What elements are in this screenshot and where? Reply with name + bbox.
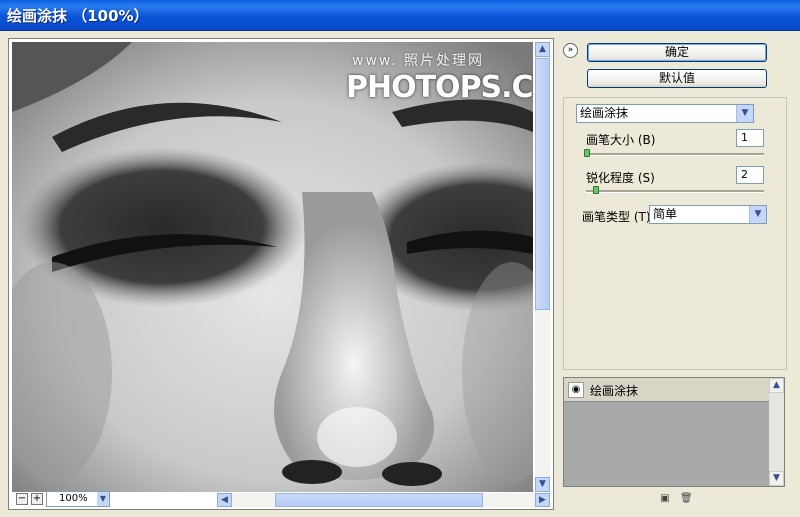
brush-size-slider-handle[interactable] [584, 149, 590, 157]
filter-select-value: 绘画涂抹 [580, 106, 629, 120]
scroll-down-icon[interactable]: ▼ [769, 471, 784, 486]
default-button[interactable]: 默认值 [587, 69, 767, 88]
collapse-icon[interactable]: » [563, 43, 578, 58]
eye-icon[interactable]: ◉ [568, 382, 584, 398]
watermark-line2: PHOTOPS.COM [346, 70, 533, 105]
ok-button[interactable]: 确定 [587, 43, 767, 62]
zoom-select[interactable]: 100% ▼ [46, 491, 110, 507]
chevron-down-icon[interactable]: ▼ [749, 206, 766, 223]
effect-layers-panel: ◉ 绘画涂抹 ▲ ▼ [563, 377, 785, 487]
brush-size-label: 画笔大小 (B) [586, 133, 656, 147]
scroll-down-icon[interactable]: ▼ [535, 477, 550, 492]
scroll-right-icon[interactable]: ▶ [535, 493, 550, 507]
preview-bottom-bar: − + 100% ▼ ◀ ▶ [12, 491, 550, 507]
sharpness-slider[interactable] [586, 190, 764, 193]
watermark: www. 照片处理网 PHOTOPS.COM [342, 46, 533, 116]
layers-scroll-thumb[interactable] [769, 393, 784, 471]
preview-panel: www. 照片处理网 PHOTOPS.COM ▲ ▼ − + 100% ▼ ◀ … [8, 38, 554, 510]
zoom-out-button[interactable]: − [16, 493, 28, 505]
preview-image[interactable]: www. 照片处理网 PHOTOPS.COM [12, 42, 533, 492]
layers-scrollbar[interactable]: ▲ ▼ [769, 378, 784, 486]
effect-layer-row[interactable]: ◉ 绘画涂抹 [564, 378, 769, 402]
preview-horizontal-scrollbar[interactable]: ◀ ▶ [217, 493, 550, 507]
brush-type-select[interactable]: 简单 ▼ [649, 205, 767, 224]
chevron-down-icon[interactable]: ▼ [97, 492, 109, 506]
horizontal-scroll-thumb[interactable] [275, 493, 483, 507]
scroll-left-icon[interactable]: ◀ [217, 493, 232, 507]
scroll-up-icon[interactable]: ▲ [535, 42, 550, 57]
vertical-scroll-thumb[interactable] [535, 58, 550, 310]
new-layer-icon[interactable]: ▣ [660, 493, 670, 504]
zoom-in-button[interactable]: + [31, 493, 43, 505]
filter-settings-panel: 绘画涂抹 ▼ 画笔大小 (B) 1 锐化程度 (S) 2 画笔类型 (T)： 简… [563, 97, 787, 370]
brush-size-slider[interactable] [586, 153, 764, 156]
trash-icon[interactable]: 🗑 [680, 493, 693, 504]
filter-select[interactable]: 绘画涂抹 ▼ [576, 104, 754, 123]
zoom-value: 100% [59, 493, 88, 504]
chevron-down-icon[interactable]: ▼ [736, 105, 753, 122]
brush-size-input[interactable]: 1 [736, 129, 764, 147]
sharpness-label: 锐化程度 (S) [586, 171, 655, 185]
preview-vertical-scrollbar[interactable]: ▲ ▼ [535, 42, 550, 492]
title-bar: 绘画涂抹 （100%） [0, 0, 800, 31]
watermark-line1: www. 照片处理网 [352, 53, 484, 69]
brush-type-value: 简单 [653, 207, 678, 221]
effect-layer-name: 绘画涂抹 [590, 384, 639, 398]
sharpness-input[interactable]: 2 [736, 166, 764, 184]
sharpness-slider-handle[interactable] [593, 186, 599, 194]
scroll-up-icon[interactable]: ▲ [769, 378, 784, 393]
window-title: 绘画涂抹 （100%） [7, 7, 149, 25]
